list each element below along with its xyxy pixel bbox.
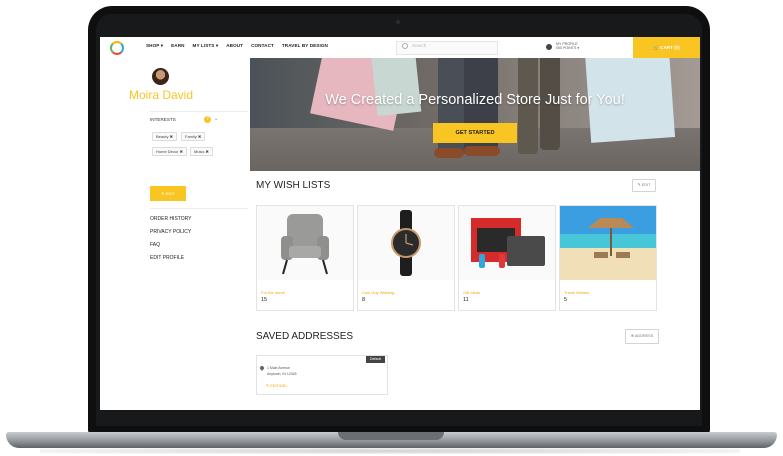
- nav-link-earn[interactable]: EARN: [171, 43, 184, 49]
- nav-link-travel-by-design[interactable]: TRAVEL BY DESIGN: [282, 43, 328, 49]
- shoe-image: [434, 148, 464, 158]
- cart-button[interactable]: 🛒 CART (0): [633, 37, 700, 58]
- wishlist-count: 15: [261, 297, 268, 303]
- interests-label: INTERESTS: [150, 117, 176, 122]
- add-address-button[interactable]: ⊕ ADDRESS: [625, 329, 659, 344]
- sidebar-divider: [150, 111, 248, 112]
- wishlist-name: Gift Ideas: [463, 290, 481, 295]
- user-name: Moira David: [128, 88, 194, 102]
- edit-interests-button[interactable]: ✎ EDIT: [150, 186, 186, 201]
- hero-banner: We Created a Personalized Store Just for…: [250, 58, 700, 171]
- edit-address-link[interactable]: ✎ EDIT/DEL: [266, 383, 287, 388]
- wristwatch-icon: [358, 206, 454, 280]
- wishlist-card[interactable]: Cool Guy Wishing... 8: [357, 205, 455, 311]
- chevron-down-icon[interactable]: ⌄: [214, 116, 218, 122]
- wishlist-count: 8: [362, 297, 366, 303]
- address-line-2: Anytown, IN 12345: [267, 372, 297, 376]
- laptop-notch: [338, 432, 444, 440]
- wishlist-name: Cool Guy Wishing...: [362, 290, 398, 295]
- saved-addresses-title: SAVED ADDRESSES: [256, 331, 354, 342]
- interest-tag[interactable]: Home Decor ✖: [152, 147, 187, 156]
- account-menu[interactable]: MY PROFILE 000 POINTS ▾: [556, 42, 579, 50]
- account-avatar[interactable]: [546, 44, 552, 50]
- laptop-shadow: [40, 448, 740, 454]
- help-icon[interactable]: ?: [204, 116, 211, 123]
- beach-icon: [560, 206, 656, 280]
- nav-link-contact[interactable]: CONTACT: [251, 43, 274, 49]
- wishlist-count: 11: [463, 297, 469, 303]
- sidebar-divider: [150, 208, 248, 209]
- camera-icon: [396, 20, 400, 24]
- top-nav: SHOP ▾ EARN MY LISTS ▾ ABOUT CONTACT TRA…: [100, 37, 700, 59]
- sidebar: Moira David INTERESTS ? ⌄ Beauty ✖ Famil…: [100, 58, 250, 410]
- nav-links: SHOP ▾ EARN MY LISTS ▾ ABOUT CONTACT TRA…: [146, 43, 328, 49]
- wishlist-name: Travel Wishes: [564, 290, 590, 295]
- avatar: [152, 68, 169, 85]
- interest-tag[interactable]: Beauty ✖: [152, 132, 177, 141]
- search-input[interactable]: Search: [412, 43, 426, 48]
- wishlist-count: 5: [564, 297, 568, 303]
- wishlist-card[interactable]: Travel Wishes 5: [559, 205, 657, 311]
- wishlist-card[interactable]: For the home 15: [256, 205, 354, 311]
- screen: SHOP ▾ EARN MY LISTS ▾ ABOUT CONTACT TRA…: [100, 37, 700, 410]
- nav-link-my-lists[interactable]: MY LISTS ▾: [193, 43, 219, 49]
- get-started-button[interactable]: GET STARTED: [433, 123, 517, 143]
- logo-icon[interactable]: [110, 41, 124, 55]
- armchair-icon: [257, 206, 353, 280]
- account-points: 000 POINTS ▾: [556, 46, 580, 51]
- wishlist-card[interactable]: Gift Ideas 11: [458, 205, 556, 311]
- wishlists-title: MY WISH LISTS: [256, 180, 331, 191]
- shoe-image: [464, 146, 500, 156]
- hero-title: We Created a Personalized Store Just for…: [325, 92, 625, 108]
- nav-link-shop[interactable]: SHOP ▾: [146, 43, 163, 49]
- sidebar-link-faq[interactable]: FAQ: [150, 242, 160, 248]
- default-badge: Default: [366, 356, 385, 363]
- sidebar-link-privacy-policy[interactable]: PRIVACY POLICY: [150, 229, 191, 235]
- sidebar-link-order-history[interactable]: ORDER HISTORY: [150, 216, 192, 222]
- address-line-1: 1 Main Avenue: [267, 366, 291, 370]
- nav-link-about[interactable]: ABOUT: [226, 43, 243, 49]
- wishlist-name: For the home: [261, 290, 285, 295]
- edit-wishlists-button[interactable]: ✎ EDIT: [632, 179, 656, 192]
- interest-tag[interactable]: Music ✖: [190, 147, 213, 156]
- sidebar-link-edit-profile[interactable]: EDIT PROFILE: [150, 255, 184, 261]
- search-icon: [402, 43, 408, 49]
- game-console-icon: [459, 206, 555, 280]
- interest-tag[interactable]: Family ✖: [181, 132, 206, 141]
